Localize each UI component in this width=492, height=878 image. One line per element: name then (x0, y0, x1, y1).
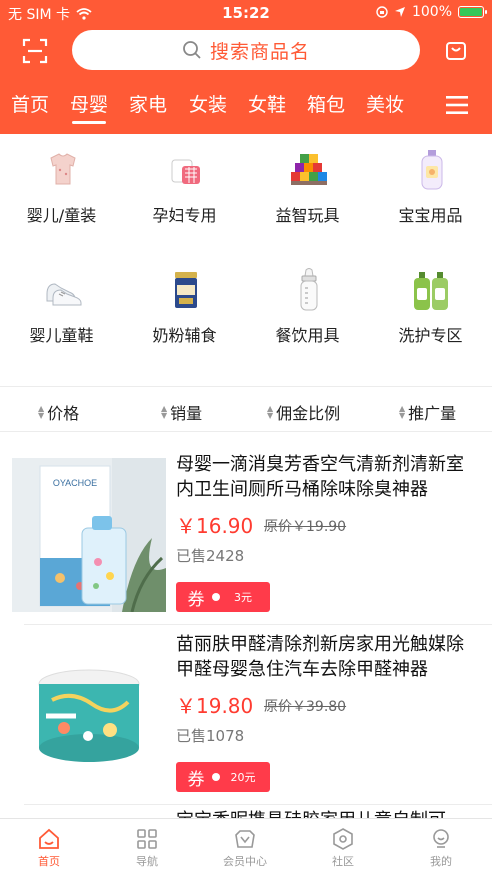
tab-appliances[interactable]: 家电 (118, 90, 178, 117)
tab-beauty[interactable]: 美妆 (355, 90, 415, 117)
profile-icon (433, 829, 449, 848)
milk-powder-icon (164, 266, 208, 314)
product-price: ￥16.90 (176, 514, 254, 538)
baby-lotion-icon (410, 146, 454, 194)
product-image[interactable]: OYACHOE (12, 458, 166, 612)
category-item[interactable]: 婴儿/童装 (0, 140, 123, 260)
coupon-badge[interactable]: 券 20元 (176, 762, 270, 792)
product-original-price: 原价￥39.80 (264, 699, 347, 715)
product-original-price: 原价￥19.90 (264, 519, 347, 535)
home-icon (39, 828, 59, 849)
category-item[interactable]: 宝宝用品 (369, 140, 492, 260)
divider (24, 624, 492, 625)
product-card[interactable]: OYACHOE 母婴一滴消臭芳香空气清新剂清新室内卫生间厕所马桶除味除臭神器 ￥… (0, 448, 492, 628)
maternity-icon (164, 146, 208, 194)
product-price: ￥19.80 (176, 694, 254, 718)
shopping-bag-icon[interactable] (444, 38, 468, 62)
product-brand: OYACHOE (52, 478, 98, 488)
category-tabs: 首页 母婴 家电 女装 女鞋 箱包 美妆 (0, 90, 492, 130)
sort-arrows-icon: ▲ ▼ (267, 404, 274, 420)
sort-bar: ▲ ▼ 价格 ▲ ▼ 销量 ▲ ▼ 佣金比例 ▲ ▼ 推广量 (0, 386, 492, 432)
sort-arrows-icon: ▲ ▼ (38, 404, 45, 420)
category-grid: 婴儿/童装 孕妇专用 益智玩具 宝宝用品 婴儿童鞋 奶粉辅食 餐饮用具 洗护专区 (0, 140, 492, 380)
grid-icon (137, 829, 157, 849)
sort-sales[interactable]: ▲ ▼ 销量 (161, 400, 202, 424)
tab-bags[interactable]: 箱包 (296, 90, 356, 117)
product-title[interactable]: 苗丽肤甲醛清除剂新房家用光触媒除甲醛母婴急住汽车去除甲醛神器 (176, 632, 476, 682)
tabbar-member-center[interactable]: 会员中心 (196, 827, 294, 869)
baby-clothes-icon (41, 146, 85, 194)
category-item[interactable]: 婴儿童鞋 (0, 260, 123, 380)
tab-womens-clothing[interactable]: 女装 (178, 90, 238, 117)
member-icon (235, 830, 255, 848)
status-bar: 无 SIM 卡 15:22 100% (0, 0, 492, 26)
category-item[interactable]: 奶粉辅食 (123, 260, 246, 380)
community-icon (333, 828, 353, 850)
scan-icon[interactable] (22, 38, 48, 64)
product-sold-count: 已售2428 (176, 547, 245, 565)
tab-maternal-baby[interactable]: 母婴 (59, 90, 119, 124)
sort-price[interactable]: ▲ ▼ 价格 (38, 400, 79, 424)
wash-care-icon (410, 266, 454, 314)
location-icon (394, 7, 405, 17)
category-item[interactable]: 餐饮用具 (246, 260, 369, 380)
tabbar-community[interactable]: 社区 (294, 827, 392, 869)
category-item[interactable]: 益智玩具 (246, 140, 369, 260)
menu-icon[interactable] (446, 96, 468, 114)
tabbar-home[interactable]: 首页 (0, 827, 98, 869)
baby-shoes-icon (41, 266, 85, 314)
product-card[interactable]: 苗丽肤甲醛清除剂新房家用光触媒除甲醛母婴急住汽车去除甲醛神器 ￥19.80 原价… (0, 628, 492, 808)
battery-icon (458, 6, 487, 18)
tab-womens-shoes[interactable]: 女鞋 (237, 90, 297, 117)
tabbar-profile[interactable]: 我的 (392, 827, 490, 869)
header: 无 SIM 卡 15:22 100% 搜索商品名 首页 母婴 家电 女装 女鞋 … (0, 0, 492, 134)
sort-arrows-icon: ▲ ▼ (161, 404, 168, 420)
sort-arrows-icon: ▲ ▼ (399, 404, 406, 420)
baby-bottle-icon (287, 266, 331, 314)
coupon-badge[interactable]: 券 3元 (176, 582, 270, 612)
category-item[interactable]: 洗护专区 (369, 260, 492, 380)
tab-home[interactable]: 首页 (0, 90, 60, 117)
search-input[interactable]: 搜索商品名 (72, 30, 420, 70)
sort-promotion[interactable]: ▲ ▼ 推广量 (399, 400, 456, 424)
search-placeholder: 搜索商品名 (209, 40, 310, 63)
sort-commission[interactable]: ▲ ▼ 佣金比例 (267, 400, 340, 424)
bottom-tab-bar: 首页 导航 会员中心 社区 我的 (0, 818, 492, 878)
product-card[interactable]: 宝宝香昵携具硅胶家用儿童自制可 (0, 808, 492, 831)
product-image[interactable] (12, 640, 166, 794)
rotation-lock-icon (376, 6, 388, 18)
product-title[interactable]: 母婴一滴消臭芳香空气清新剂清新室内卫生间厕所马桶除味除臭神器 (176, 452, 476, 502)
category-item[interactable]: 孕妇专用 (123, 140, 246, 260)
divider (24, 804, 492, 805)
search-icon (183, 41, 201, 59)
battery-percent: 100% (411, 4, 452, 20)
product-sold-count: 已售1078 (176, 727, 245, 745)
toy-blocks-icon (287, 146, 331, 194)
tabbar-navigation[interactable]: 导航 (98, 827, 196, 869)
